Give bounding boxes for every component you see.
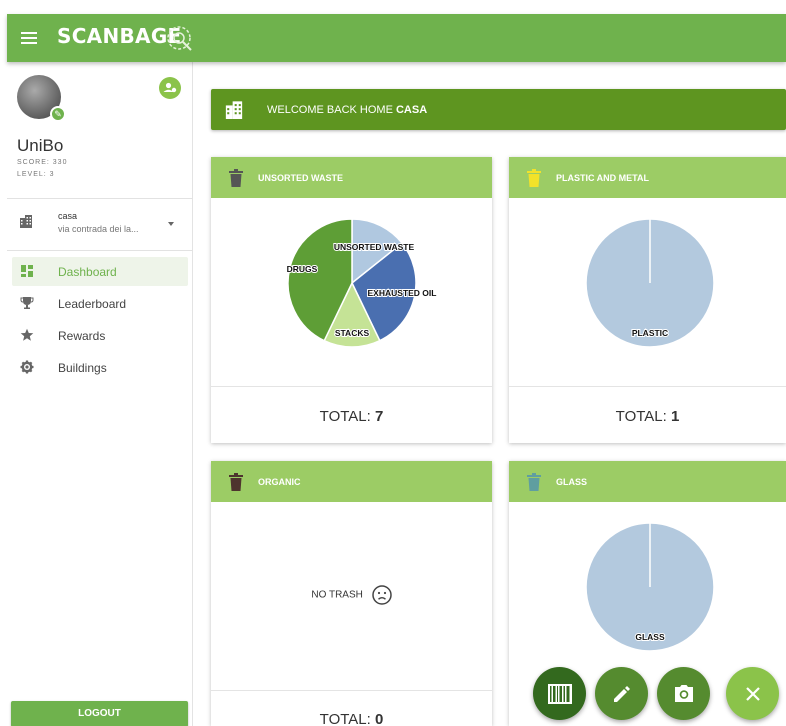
switch-user-button[interactable] [159,77,181,99]
nav-label: Rewards [58,329,106,343]
pie-label-drugs: DRUGS [287,264,318,274]
total-label: TOTAL: [615,408,671,425]
close-fab-button[interactable] [726,667,779,720]
sidebar: ✎ UniBo SCORE: 330 LEVEL: 3 casa via con… [7,62,193,726]
edit-avatar-icon[interactable]: ✎ [50,106,66,122]
building-icon [20,215,32,228]
nav-item-buildings[interactable]: Buildings [12,353,188,382]
app-toolbar: SCANBAGE [7,14,786,62]
camera-icon [674,684,693,702]
card-total: TOTAL: 1 [509,408,786,425]
no-trash-text: NO TRASH [311,589,363,601]
pie-chart-unsorted: UNSORTED WASTE EXHAUSTED OIL STACKS DRUGS [286,218,437,348]
pie-label-unsorted-waste: UNSORTED WASTE [334,242,415,252]
trophy-icon [20,297,34,309]
building-name: casa [58,211,78,221]
total-value: 0 [374,711,384,726]
logout-button[interactable]: LOGOUT [11,701,188,726]
card-unsorted-waste: UNSORTED WASTE UNSORTED WASTE EXHAUSTED O… [211,157,492,443]
user-level: LEVEL: 3 [17,171,55,178]
manual-entry-button[interactable] [595,667,648,720]
nav-label: Dashboard [58,265,117,279]
star-icon [20,328,34,341]
camera-scan-button[interactable] [657,667,710,720]
divider [211,386,492,387]
account-switch-icon [163,82,177,93]
trash-bin-icon [527,169,541,187]
pie-label-glass: GLASS [635,632,665,642]
dashboard-icon [21,265,33,277]
welcome-banner: WELCOME BACK HOME CASA [211,89,786,130]
card-total: TOTAL: 7 [211,408,492,425]
nav-label: Leaderboard [58,297,127,311]
app-brand: SCANBAGE [57,24,182,48]
nav-item-rewards[interactable]: Rewards [12,321,188,350]
welcome-message: WELCOME BACK HOME CASA [267,104,427,116]
card-plastic-metal: PLASTIC AND METAL PLASTIC TOTAL: 1 [509,157,786,443]
barcode-icon [547,683,572,704]
welcome-prefix: WELCOME BACK HOME [267,104,396,116]
building-address: via contrada dei la... [58,224,139,234]
card-title: GLASS [556,477,588,487]
home-name: CASA [395,104,428,116]
nav-label: Buildings [58,361,107,375]
building-icon [225,101,243,119]
total-value: 1 [670,408,680,425]
menu-icon[interactable] [21,29,37,47]
total-value: 7 [374,408,384,425]
card-organic: ORGANIC NO TRASH TOTAL: 0 [211,461,492,726]
card-header: PLASTIC AND METAL [509,157,786,198]
nav-item-leaderboard[interactable]: Leaderboard [12,289,188,318]
close-icon [745,686,760,701]
pencil-icon [613,685,630,702]
trash-bin-icon [229,169,243,187]
card-header: ORGANIC [211,461,492,502]
divider [7,198,193,199]
card-title: ORGANIC [258,477,301,487]
total-label: TOTAL: [319,711,375,726]
card-header: GLASS [509,461,786,502]
dropdown-arrow-icon [168,222,174,226]
nav-item-dashboard[interactable]: Dashboard [12,257,188,286]
user-score: SCORE: 330 [17,159,68,166]
scanbage-logo-icon [167,26,192,51]
card-title: PLASTIC AND METAL [556,173,649,183]
card-header: UNSORTED WASTE [211,157,492,198]
gear-icon [20,360,34,374]
scan-barcode-button[interactable] [533,667,586,720]
pie-label-exhausted-oil: EXHAUSTED OIL [368,288,437,298]
building-select[interactable]: casa via contrada dei la... [7,202,193,248]
no-trash-message: NO TRASH [211,585,492,605]
trash-bin-icon [229,473,243,491]
trash-bin-icon [527,473,541,491]
pie-chart-glass: GLASS [585,522,715,652]
total-label: TOTAL: [319,408,375,425]
card-title: UNSORTED WASTE [258,173,344,183]
divider [7,250,193,251]
sad-face-icon [371,585,392,605]
divider [509,386,786,387]
divider [211,690,492,691]
pie-chart-plastic: PLASTIC [585,218,715,348]
user-name: UniBo [17,136,64,155]
card-total: TOTAL: 0 [211,711,492,726]
pie-label-stacks: STACKS [335,328,370,338]
pie-label-plastic: PLASTIC [632,328,668,338]
